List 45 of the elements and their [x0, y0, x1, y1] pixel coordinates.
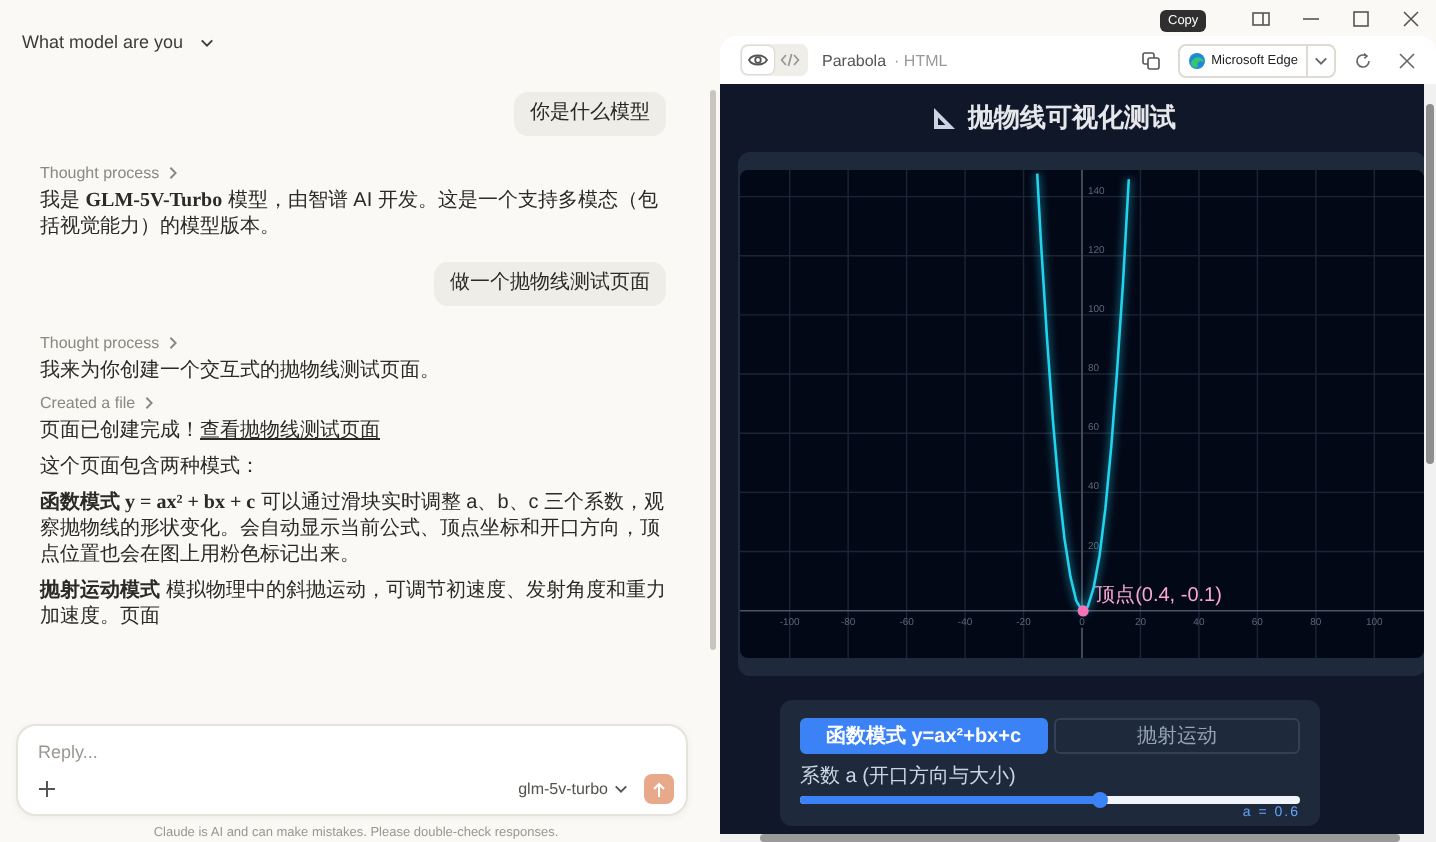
mode-tab[interactable]: 抛射运动	[1053, 718, 1300, 754]
chevron-icon	[614, 782, 628, 796]
message-text: 页面已创建完成！	[40, 420, 200, 442]
message-text: 这个页面包含两种模式：	[40, 454, 262, 480]
chevron-icon	[165, 166, 180, 180]
user-message: 做一个抛物线测试页面	[434, 262, 666, 306]
view-toggle[interactable]	[742, 46, 774, 74]
refresh-icon	[1353, 51, 1371, 69]
mode-tab[interactable]: 函数模式 y=ax²+bx+c	[800, 718, 1047, 754]
vertex-marker	[1077, 605, 1089, 617]
copy-icon	[1142, 51, 1161, 69]
triangle-ruler-icon	[932, 106, 956, 130]
arrow-up-icon	[652, 781, 666, 797]
message-text: 抛射运动模式 模拟物理中的斜抛运动，可调节初速度、发射角度和重力加速度。页面	[40, 578, 666, 630]
message-text: 我来为你创建一个交互式的抛物线测试页面。	[40, 358, 442, 384]
add-button[interactable]	[38, 780, 56, 798]
code-icon	[780, 52, 800, 68]
chevron-icon	[199, 35, 214, 49]
message-text: 函数模式 y = ax² + bx + c 可以通过滑块实时调整 a、b、c 三个系数，观察抛物线的形状变化。会自动显示当前公式、顶点坐标和开口方向，顶点位置也会在图上用粉色标记出来。	[40, 490, 666, 568]
close-icon	[1397, 51, 1415, 69]
slider-track[interactable]	[800, 796, 1300, 804]
message-text: 我是 GLM-5V-Turbo 模型，由智谱 AI 开发。这是一个支持多模态（包括视觉能力）的模型版本。	[40, 188, 660, 240]
chevron-icon	[1314, 53, 1328, 67]
user-message: 你是什么模型	[514, 92, 666, 136]
plus-icon	[38, 780, 56, 798]
scrollbar[interactable]	[710, 90, 716, 650]
scrollbar[interactable]	[720, 834, 1436, 842]
sidebar-icon	[1252, 9, 1270, 27]
vertex-label: 顶点(0.4, -0.1)	[1095, 584, 1222, 607]
artifact-type: · HTML	[894, 51, 948, 69]
page-title: 抛物线可视化测试	[968, 100, 1176, 136]
slider-label: 系数 a (开口方向与大小)	[800, 763, 1018, 790]
chat-title-button[interactable]: What model are you	[22, 32, 214, 52]
eye-icon	[748, 52, 768, 68]
chevron-icon	[165, 336, 180, 350]
reply-box[interactable]: Reply... glm-5v-turbo	[16, 724, 688, 816]
artifact-name: Parabola	[822, 51, 887, 69]
slider-thumb[interactable]	[1092, 791, 1108, 807]
scrollbar[interactable]	[1424, 84, 1436, 834]
model-selector[interactable]: glm-5v-turbo	[502, 780, 644, 798]
browser-logo-icon	[1187, 51, 1206, 69]
page-link[interactable]: 查看抛物线测试页面	[200, 420, 380, 442]
close-icon	[1402, 9, 1420, 27]
chevron-icon	[141, 396, 156, 410]
maximize-icon	[1352, 9, 1370, 27]
